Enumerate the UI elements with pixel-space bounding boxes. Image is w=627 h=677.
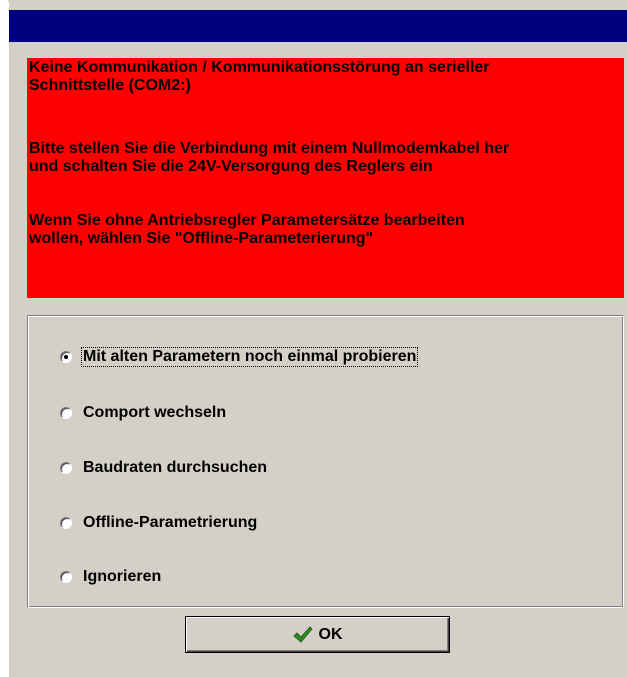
ok-button-label: OK: [318, 625, 343, 643]
error-message-line: Keine Kommunikation / Kommunikationsstör…: [29, 59, 490, 76]
option-search-baudrates[interactable]: Baudraten durchsuchen: [60, 457, 268, 479]
error-message-line: und schalten Sie die 24V-Versorgung des …: [29, 158, 433, 175]
checkmark-icon: [292, 625, 313, 643]
error-message-paragraph-1: Keine Kommunikation / Kommunikationsstör…: [29, 59, 490, 95]
radio-button-checked[interactable]: [60, 351, 72, 363]
radio-button[interactable]: [60, 407, 72, 419]
radio-button[interactable]: [60, 571, 72, 583]
radio-button[interactable]: [60, 517, 72, 529]
error-message-paragraph-2: Bitte stellen Sie die Verbindung mit ein…: [29, 140, 509, 176]
option-label[interactable]: Mit alten Parametern noch einmal probier…: [80, 347, 419, 367]
option-offline-parametrierung[interactable]: Offline-Parametrierung: [60, 512, 258, 534]
error-message-line: Wenn Sie ohne Antriebsregler Parametersä…: [29, 212, 465, 229]
title-bar[interactable]: [9, 10, 627, 42]
option-label[interactable]: Comport wechseln: [82, 404, 227, 422]
option-change-comport[interactable]: Comport wechseln: [60, 402, 227, 424]
ok-button[interactable]: OK: [185, 616, 450, 653]
error-message-paragraph-3: Wenn Sie ohne Antriebsregler Parametersä…: [29, 212, 465, 248]
option-label[interactable]: Baudraten durchsuchen: [82, 459, 268, 477]
radio-button[interactable]: [60, 462, 72, 474]
option-label[interactable]: Offline-Parametrierung: [82, 514, 258, 532]
options-group: Mit alten Parametern noch einmal probier…: [27, 315, 624, 608]
option-retry-same-parameters[interactable]: Mit alten Parametern noch einmal probier…: [60, 346, 419, 368]
error-message-line: Schnittstelle (COM2:): [29, 77, 191, 94]
option-label[interactable]: Ignorieren: [82, 568, 162, 586]
error-message-panel: Keine Kommunikation / Kommunikationsstör…: [27, 58, 624, 298]
dialog-window: Keine Kommunikation / Kommunikationsstör…: [7, 0, 627, 677]
error-message-line: Bitte stellen Sie die Verbindung mit ein…: [29, 140, 510, 157]
error-message-line: wollen, wählen Sie "Offline-Parameterier…: [29, 230, 374, 247]
option-ignore[interactable]: Ignorieren: [60, 566, 162, 588]
